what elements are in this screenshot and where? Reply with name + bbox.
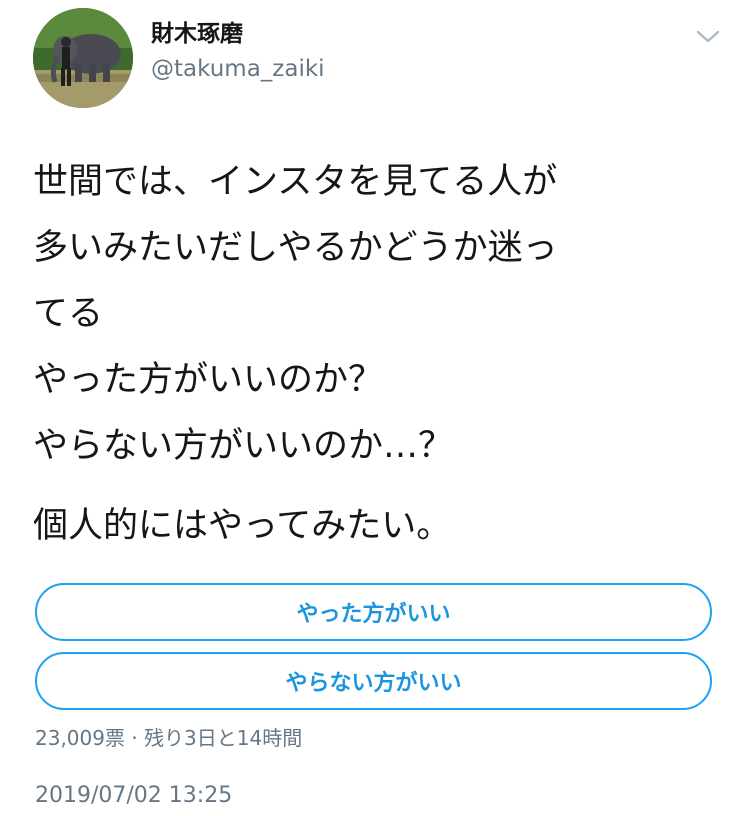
user-handle[interactable]: @takuma_zaiki — [151, 55, 325, 83]
tweet-text-line: 世間では、インスタを見てる人が — [33, 162, 558, 202]
tweet-text-line: 多いみたいだしやるかどうか迷っ — [33, 228, 558, 268]
tweet-text-closing-line: 個人的にはやってみたい。 — [33, 506, 452, 546]
tweet-timestamp[interactable]: 2019/07/02 13:25 — [35, 782, 232, 810]
tweet-text-line: やった方がいいのか？ — [33, 360, 384, 400]
tweet-text-line: やらない方がいいのか…？ — [33, 426, 454, 466]
poll-meta-separator: · — [124, 726, 145, 750]
profile-photo-icon — [33, 8, 133, 108]
tweet-text: 世間では、インスタを見てる人が 多いみたいだしやるかどうか迷っ てる やった方が… — [33, 149, 713, 559]
avatar[interactable] — [33, 8, 133, 108]
poll-vote-count: 23,009票 — [35, 726, 125, 750]
poll-meta: 23,009票 · 残り3日と14時間 — [35, 724, 302, 752]
display-name[interactable]: 財木琢磨 — [151, 20, 243, 48]
tweet-card: 財木琢磨 @takuma_zaiki 世間では、インスタを見てる人が 多いみたい… — [0, 0, 737, 816]
poll-option-button[interactable]: やらない方がいい — [35, 652, 712, 710]
poll-time-left: 残り3日と14時間 — [144, 726, 303, 750]
more-options-chevron-down-icon[interactable] — [694, 26, 722, 46]
tweet-text-line: てる — [33, 294, 104, 334]
poll-option-button[interactable]: やった方がいい — [35, 583, 712, 641]
